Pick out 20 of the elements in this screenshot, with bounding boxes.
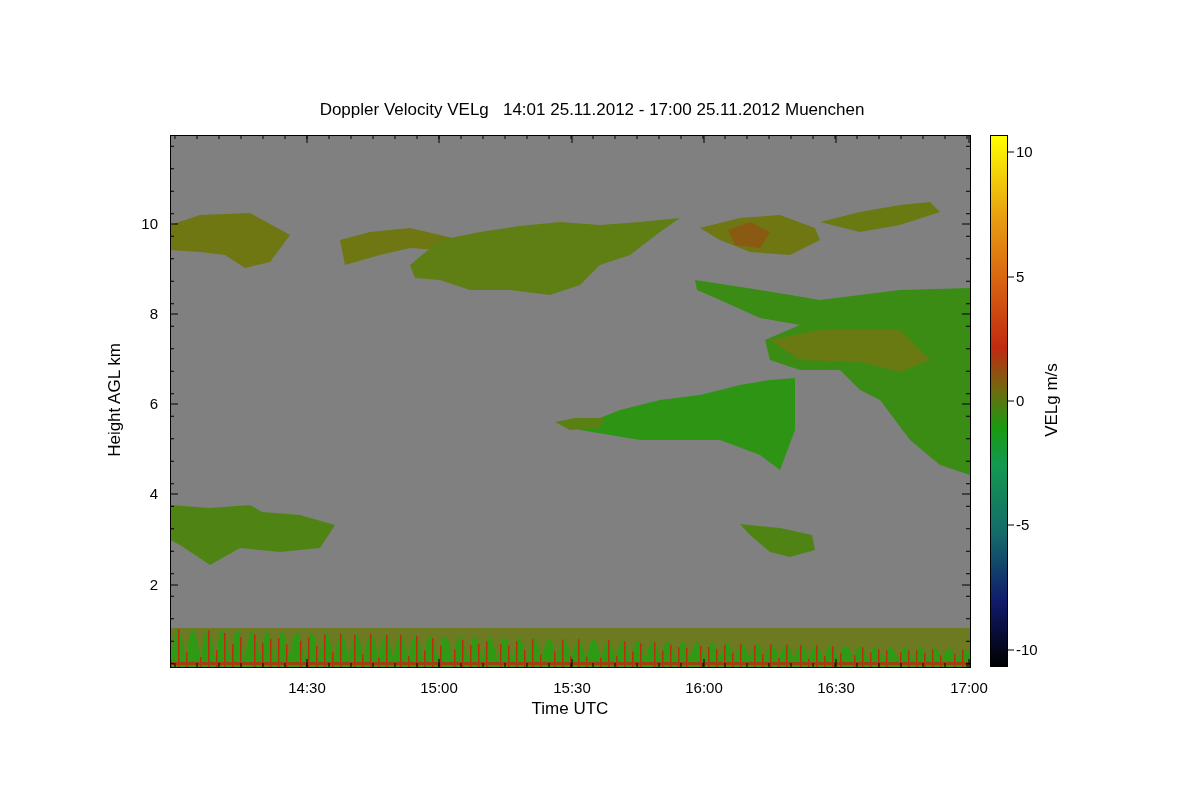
x-tick-label: 16:00 bbox=[685, 680, 723, 695]
x-tick-label: 15:00 bbox=[420, 680, 458, 695]
y-tick-label: 6 bbox=[148, 396, 158, 411]
colorbar-tick-label: -10 bbox=[1016, 642, 1038, 657]
y-tick-label: 8 bbox=[148, 306, 158, 321]
y-axis-title: Height AGL km bbox=[104, 343, 126, 457]
chart-title: Doppler Velocity VELg 14:01 25.11.2012 - 17:00 25.11.2012 Muenchen bbox=[319, 99, 865, 121]
colorbar-tick-label: 0 bbox=[1016, 393, 1025, 408]
y-tick-label: 4 bbox=[148, 486, 158, 501]
x-tick-label: 15:30 bbox=[553, 680, 591, 695]
x-tick-label: 17:00 bbox=[950, 680, 988, 695]
colorbar-tick-label: 10 bbox=[1016, 144, 1033, 159]
x-tick-label: 16:30 bbox=[817, 680, 855, 695]
y-tick-label: 2 bbox=[148, 577, 158, 592]
colorbar-title: VELg m/s bbox=[1041, 363, 1063, 437]
x-axis-title: Time UTC bbox=[531, 698, 609, 720]
y-tick-label: 10 bbox=[140, 216, 158, 231]
x-tick-label: 14:30 bbox=[288, 680, 326, 695]
colorbar-tick-label: 5 bbox=[1016, 269, 1025, 284]
colorbar-tick-label: -5 bbox=[1016, 517, 1030, 532]
